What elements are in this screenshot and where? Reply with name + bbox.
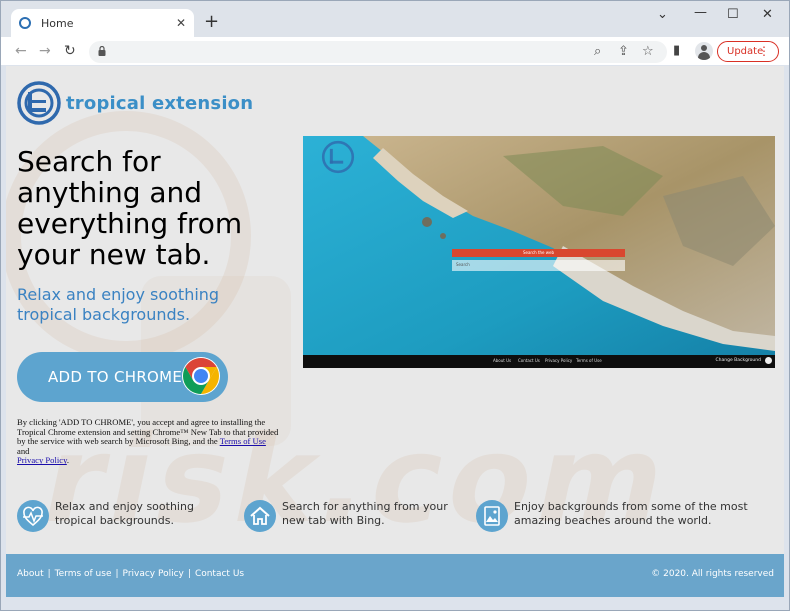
preview-background-dot-icon [765,357,772,364]
preview-search-button: Search the web [452,249,625,257]
browser-toolbar: ← → ↻ ⌕ ⇪ ☆ ▮ Update ⋮ [1,37,789,65]
close-window-icon[interactable]: ✕ [762,7,773,22]
feature-text: Search for anything from your new tab wi… [282,500,448,527]
back-icon[interactable]: ← [15,42,27,60]
preview-link-terms: Terms of Use [576,358,602,363]
footer-link-about[interactable]: About [17,569,44,579]
heartbeat-icon [17,500,49,532]
minimize-icon[interactable]: — [694,5,707,20]
browser-window: Home ✕ + ⌄ — ☐ ✕ ← → ↻ ⌕ ⇪ ☆ ▮ Update ⋮ [0,0,790,611]
profile-avatar[interactable] [695,42,713,60]
privacy-policy-link[interactable]: Privacy Policy [17,455,67,466]
new-tab-preview-image: Search the web Search About Us Contact U… [303,136,775,368]
preview-logo-icon [321,140,355,174]
tab-title: Home [41,16,74,30]
add-to-chrome-button[interactable]: ADD TO CHROME [17,352,228,402]
tropical-logo-icon [17,81,61,125]
page-content: risk.com tropical extension Search for a… [6,66,784,597]
tab-search-chevron-icon[interactable]: ⌄ [657,7,668,22]
page-headline: Search for anything and everything from … [17,145,243,271]
brand-logo[interactable]: tropical extension [16,80,253,126]
preview-change-background: Change Background [715,358,761,363]
terms-of-use-link[interactable]: Terms of Use [220,436,266,446]
tab-home[interactable]: Home ✕ [11,9,194,37]
preview-link-privacy: Privacy Policy [545,358,573,363]
side-panel-icon[interactable]: ▮ [673,43,680,58]
bookmark-star-icon[interactable]: ☆ [642,44,654,59]
update-button[interactable]: Update ⋮ [717,41,779,62]
favicon-icon [19,17,31,29]
feature-beaches: Enjoy backgrounds from some of the most … [476,500,766,532]
address-bar[interactable]: ⌕ ⇪ ☆ [89,41,667,63]
lock-icon [98,46,106,56]
image-icon [476,500,508,532]
menu-dots-icon[interactable]: ⋮ [758,44,770,58]
hero-subline: Relax and enjoy soothing tropical backgr… [17,285,220,324]
forward-icon[interactable]: → [39,42,51,60]
feature-text: Relax and enjoy soothing tropical backgr… [55,500,194,527]
feature-search: Search for anything from your new tab wi… [244,500,459,532]
copyright-text: © 2020. All rights reserved [651,569,774,579]
reload-icon[interactable]: ↻ [64,42,76,60]
maximize-icon[interactable]: ☐ [727,7,739,22]
tab-strip: Home ✕ + ⌄ — ☐ ✕ [1,1,789,37]
install-disclaimer: By clicking 'ADD TO CHROME', you accept … [17,417,279,466]
share-icon[interactable]: ⇪ [618,44,629,59]
close-tab-icon[interactable]: ✕ [176,16,186,30]
chrome-logo-icon [182,357,220,395]
feature-text: Enjoy backgrounds from some of the most … [514,500,748,527]
preview-link-contact: Contact Us [518,358,540,363]
preview-search-input: Search [452,260,625,271]
footer-link-terms[interactable]: Terms of use [55,569,112,579]
preview-footer-bar: About Us Contact Us Privacy Policy Terms… [303,355,775,368]
add-to-chrome-label: ADD TO CHROME [48,368,183,386]
footer-links: About | Terms of use | Privacy Policy | Contac… [17,569,245,579]
brand-name: tropical extension [66,92,254,114]
new-tab-icon[interactable]: + [204,13,219,31]
page-footer: About | Terms of use | Privacy Policy | Contac… [6,554,784,597]
footer-link-privacy[interactable]: Privacy Policy [123,569,184,579]
feature-backgrounds: Relax and enjoy soothing tropical backgr… [17,500,222,532]
preview-link-about: About Us [493,358,512,363]
footer-link-contact[interactable]: Contact Us [195,569,244,579]
home-icon [244,500,276,532]
zoom-icon[interactable]: ⌕ [594,44,601,59]
